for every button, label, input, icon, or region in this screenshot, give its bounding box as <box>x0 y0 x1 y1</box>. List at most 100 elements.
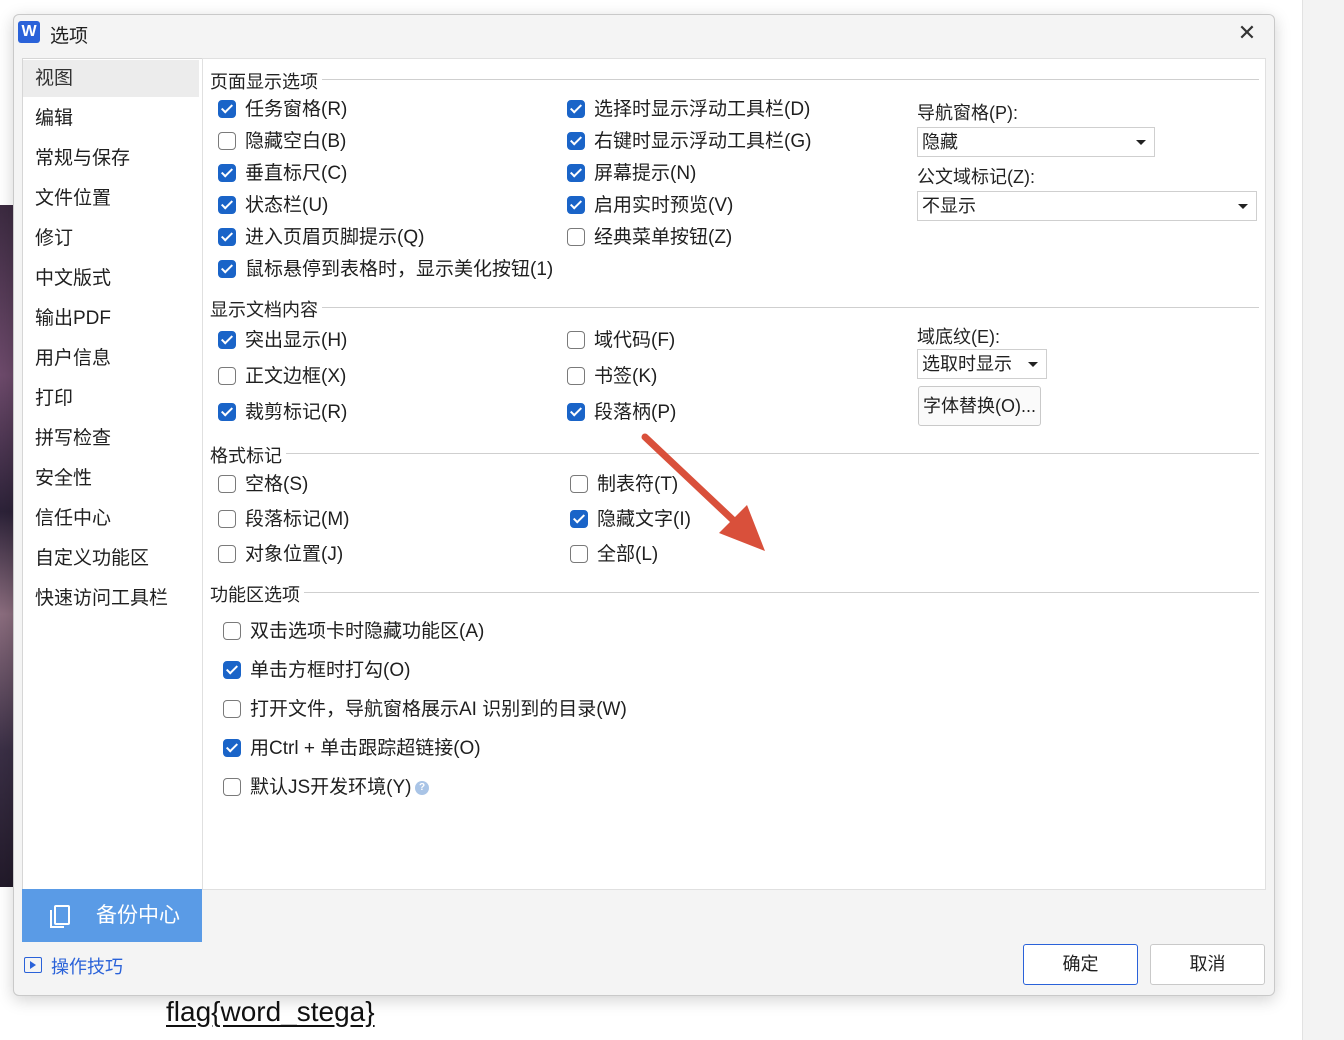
sidebar-item-export-pdf[interactable]: 输出PDF <box>23 300 199 337</box>
section-show-doc-content: 显示文档内容 <box>210 296 1259 322</box>
checkbox-label: 垂直标尺(C) <box>245 163 348 184</box>
checkbox-box <box>567 367 585 385</box>
font-substitution-button[interactable]: 字体替换(O)... <box>918 386 1041 426</box>
section-title: 格式标记 <box>210 442 286 468</box>
checkbox-box <box>567 403 585 421</box>
checkbox-box <box>570 510 588 528</box>
checkbox-box <box>223 778 241 796</box>
checkbox-box <box>223 622 241 640</box>
checkbox-box <box>567 331 585 349</box>
checkbox-label: 用Ctrl + 单击跟踪超链接(O) <box>250 738 481 759</box>
checkbox-label: 域代码(F) <box>594 330 676 351</box>
checkbox-label: 默认JS开发环境(Y) <box>250 777 412 798</box>
cancel-button[interactable]: 取消 <box>1150 944 1265 985</box>
sidebar-item-spell-check[interactable]: 拼写检查 <box>23 420 199 457</box>
sidebar-item-user-info[interactable]: 用户信息 <box>23 340 199 377</box>
checkbox-box <box>223 661 241 679</box>
chevron-down-icon <box>1028 362 1038 367</box>
section-divider <box>210 592 1259 593</box>
ok-button[interactable]: 确定 <box>1023 944 1138 985</box>
backup-center-button[interactable]: 备份中心 <box>22 889 202 942</box>
background-image-strip <box>0 205 14 887</box>
sidebar-item-chinese-layout[interactable]: 中文版式 <box>23 260 199 297</box>
title-bar: W 选项 ✕ <box>14 15 1274 51</box>
checkbox-label: 进入页眉页脚提示(Q) <box>245 227 425 248</box>
nav-pane-label: 导航窗格(P): <box>917 103 1018 123</box>
checkbox-label: 段落柄(P) <box>594 402 677 423</box>
sidebar-item-revision[interactable]: 修订 <box>23 220 199 257</box>
checkbox-box <box>223 739 241 757</box>
sidebar-item-trust-center[interactable]: 信任中心 <box>23 500 199 537</box>
doc-field-mark-select[interactable]: 不显示 <box>917 191 1257 221</box>
red-arrow-annotation <box>641 433 765 551</box>
checkbox-box <box>218 510 236 528</box>
help-icon[interactable]: ? <box>415 781 429 795</box>
background-scrollbar-area <box>1302 0 1344 1040</box>
chevron-down-icon <box>1136 140 1146 145</box>
checkbox-label: 单击方框时打勾(O) <box>250 660 411 681</box>
checkbox-box <box>218 196 236 214</box>
section-divider <box>210 307 1259 308</box>
checkbox-label: 对象位置(J) <box>245 544 344 565</box>
sidebar-item-edit[interactable]: 编辑 <box>23 100 199 137</box>
sidebar-item-print[interactable]: 打印 <box>23 380 199 417</box>
checkbox-box <box>218 260 236 278</box>
sidebar-item-file-location[interactable]: 文件位置 <box>23 180 199 217</box>
checkbox-label: 段落标记(M) <box>245 509 350 530</box>
dialog-title: 选项 <box>50 26 89 47</box>
checkbox-box <box>218 100 236 118</box>
section-divider <box>210 79 1259 80</box>
sidebar-item-security[interactable]: 安全性 <box>23 460 199 497</box>
sidebar-item-view[interactable]: 视图 <box>23 60 199 97</box>
options-content-panel: 页面显示选项 任务窗格(R) 隐藏空白(B) 垂直标尺(C) 状态栏(U) 进入… <box>202 58 1266 890</box>
chevron-down-icon <box>1238 204 1248 209</box>
checkbox-label: 启用实时预览(V) <box>594 195 734 216</box>
checkbox-box <box>570 545 588 563</box>
sidebar-item-customize-ribbon[interactable]: 自定义功能区 <box>23 540 199 577</box>
checkbox-box <box>218 132 236 150</box>
checkbox-box <box>218 545 236 563</box>
checkbox-box <box>218 164 236 182</box>
options-sidebar: 视图 编辑 常规与保存 文件位置 修订 中文版式 输出PDF 用户信息 打印 拼… <box>22 58 203 890</box>
section-page-display: 页面显示选项 <box>210 68 1259 94</box>
checkbox-box <box>223 700 241 718</box>
checkbox-box <box>218 228 236 246</box>
field-shading-value: 选取时显示 <box>922 354 1012 374</box>
checkbox-label: 右键时显示浮动工具栏(G) <box>594 131 812 152</box>
checkbox-label: 空格(S) <box>245 474 309 495</box>
backup-icon <box>50 905 70 928</box>
checkbox-box <box>567 164 585 182</box>
document-text-flag: flag{word_stega} <box>166 996 375 1027</box>
sidebar-item-quick-access-toolbar[interactable]: 快速访问工具栏 <box>23 580 199 617</box>
section-title: 功能区选项 <box>210 581 304 607</box>
checkbox-box <box>218 331 236 349</box>
checkbox-label: 状态栏(U) <box>245 195 329 216</box>
field-shading-label: 域底纹(E): <box>917 327 1000 347</box>
checkbox-label: 隐藏空白(B) <box>245 131 347 152</box>
close-button[interactable]: ✕ <box>1234 20 1260 46</box>
checkbox-label: 裁剪标记(R) <box>245 402 348 423</box>
doc-field-mark-value: 不显示 <box>922 196 976 216</box>
checkbox-label: 双击选项卡时隐藏功能区(A) <box>250 621 485 642</box>
checkbox-label: 打开文件，导航窗格展示AI 识别到的目录(W) <box>250 699 627 720</box>
field-shading-select[interactable]: 选取时显示 <box>917 349 1047 379</box>
sidebar-item-general-save[interactable]: 常规与保存 <box>23 140 199 177</box>
section-title: 页面显示选项 <box>210 68 322 94</box>
checkbox-label: 任务窗格(R) <box>245 99 348 120</box>
checkbox-box <box>570 475 588 493</box>
nav-pane-select[interactable]: 隐藏 <box>917 127 1155 157</box>
checkbox-label: 突出显示(H) <box>245 330 348 351</box>
checkbox-label: 经典菜单按钮(Z) <box>594 227 733 248</box>
section-ribbon-options: 功能区选项 <box>210 581 1259 607</box>
checkbox-box <box>218 403 236 421</box>
section-title: 显示文档内容 <box>210 296 322 322</box>
checkbox-label: 屏幕提示(N) <box>594 163 697 184</box>
checkbox-box <box>567 196 585 214</box>
checkbox-box <box>218 475 236 493</box>
tips-label: 操作技巧 <box>51 957 123 977</box>
checkbox-box <box>218 367 236 385</box>
checkbox-label: 选择时显示浮动工具栏(D) <box>594 99 811 120</box>
backup-center-label: 备份中心 <box>96 904 180 927</box>
wps-writer-icon: W <box>18 21 40 43</box>
doc-field-mark-label: 公文域标记(Z): <box>917 167 1035 187</box>
